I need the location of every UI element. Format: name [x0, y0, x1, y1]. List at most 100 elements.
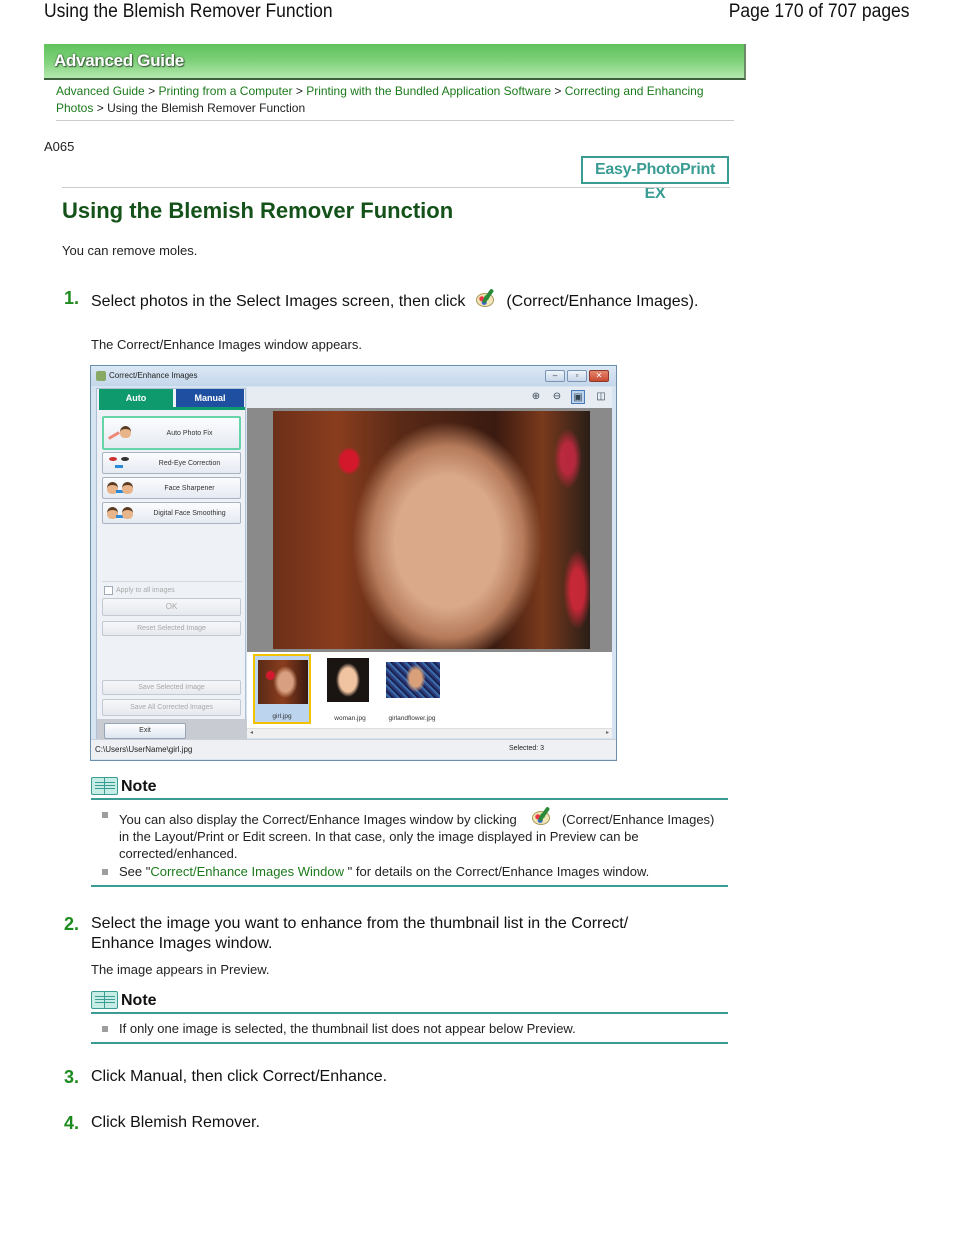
auto-photo-fix-icon	[108, 424, 138, 442]
note-book-icon	[91, 777, 118, 795]
apply-to-all-label: Apply to all images	[116, 587, 175, 594]
correct-enhance-icon	[530, 806, 554, 828]
apply-to-all-checkbox[interactable]	[104, 586, 113, 595]
window-title: Correct/Enhance Images	[109, 371, 198, 380]
minimize-button[interactable]: –	[545, 370, 565, 382]
note-text: See "	[119, 864, 151, 879]
note-box: Note You can also display the Correct/En…	[91, 776, 728, 887]
page-number: Page 170 of 707 pages	[729, 1, 910, 22]
thumbnail-caption: girl.jpg	[272, 713, 292, 720]
note-item: You can also display the Correct/Enhance…	[91, 806, 728, 862]
tab-indicator	[99, 407, 245, 410]
button-label: Digital Face Smoothing	[153, 510, 226, 517]
intro-text: You can remove moles.	[62, 243, 198, 258]
step-text: Select photos in the Select Images scree…	[91, 293, 466, 310]
tab-manual[interactable]: Manual	[176, 389, 244, 407]
save-all-corrected-images-button[interactable]: Save All Corrected Images	[102, 699, 241, 716]
note-item: If only one image is selected, the thumb…	[91, 1020, 728, 1037]
breadcrumb-advanced-guide[interactable]: Advanced Guide	[56, 84, 145, 98]
note-item: See "Correct/Enhance Images Window " for…	[91, 863, 728, 880]
scroll-right-icon[interactable]: ▸	[606, 729, 609, 736]
thumbnail-scrollbar[interactable]: ◂ ▸	[247, 728, 612, 738]
save-selected-image-button[interactable]: Save Selected Image	[102, 680, 241, 695]
status-bar: C:\Users\UserName\girl.jpg Selected: 3	[91, 739, 616, 759]
step-3: 3. Click Manual, then click Correct/Enha…	[64, 1067, 704, 1087]
thumbnail-item[interactable]: woman.jpg	[321, 654, 379, 724]
thumbnail-caption: girlandflower.jpg	[388, 715, 436, 722]
product-badge: Easy-PhotoPrint EX	[581, 156, 729, 202]
face-sharpener-icon	[107, 480, 137, 498]
ok-button[interactable]: OK	[102, 598, 241, 616]
digital-face-smoothing-button[interactable]: Digital Face Smoothing	[102, 502, 241, 524]
preview-area	[247, 408, 612, 652]
step-text: Click Manual, then click Correct/Enhance…	[91, 1068, 388, 1085]
note-box: Note If only one image is selected, the …	[91, 990, 728, 1044]
breadcrumb-printing-from-computer[interactable]: Printing from a Computer	[158, 84, 292, 98]
status-selected-count: Selected: 3	[509, 745, 545, 752]
face-smoothing-icon	[107, 505, 137, 523]
note-label: Note	[121, 778, 157, 795]
thumbnail-image	[258, 660, 308, 704]
maximize-button[interactable]: ▫	[567, 370, 587, 382]
red-eye-icon	[107, 455, 137, 473]
app-icon	[96, 371, 106, 381]
bullet-icon	[102, 812, 108, 818]
correct-enhance-icon	[474, 288, 498, 310]
whole-image-icon[interactable]: ▣	[571, 390, 585, 404]
note-header: Note	[91, 990, 728, 1014]
note-label: Note	[121, 992, 157, 1009]
breadcrumb-separator: >	[96, 101, 104, 115]
step-number: 1.	[64, 288, 80, 308]
step-1: 1. Select photos in the Select Images sc…	[64, 288, 704, 312]
breadcrumb: Advanced Guide > Printing from a Compute…	[56, 83, 736, 117]
window-titlebar: Correct/Enhance Images – ▫ ✕	[91, 366, 616, 386]
bullet-icon	[102, 1026, 108, 1032]
preview-photo	[273, 411, 590, 649]
advanced-guide-banner: Advanced Guide	[44, 44, 746, 80]
zoom-out-icon[interactable]: ⊖	[550, 390, 564, 404]
breadcrumb-separator: >	[295, 84, 303, 98]
preview-toolbar: ⊕ ⊖ ▣ ◫	[247, 387, 612, 408]
face-sharpener-button[interactable]: Face Sharpener	[102, 477, 241, 499]
status-file-path: C:\Users\UserName\girl.jpg	[95, 745, 193, 754]
exit-button[interactable]: Exit	[104, 723, 186, 739]
step-number: 4.	[64, 1113, 80, 1133]
divider	[56, 120, 734, 121]
thumbnail-list: girl.jpg woman.jpg girlandflower.jpg	[247, 652, 612, 728]
auto-photo-fix-button[interactable]: Auto Photo Fix	[102, 416, 241, 450]
step-2: 2. Select the image you want to enhance …	[64, 914, 704, 954]
thumbnail-caption: woman.jpg	[334, 715, 366, 722]
note-header: Note	[91, 776, 728, 800]
breadcrumb-bundled-software[interactable]: Printing with the Bundled Application So…	[306, 84, 551, 98]
thumbnail-image	[386, 662, 440, 698]
divider	[62, 187, 730, 188]
zoom-in-icon[interactable]: ⊕	[529, 390, 543, 404]
step-4: 4. Click Blemish Remover.	[64, 1113, 704, 1133]
left-panel: Auto Manual Auto Photo Fix Red-Eye Corre…	[96, 388, 247, 745]
document-id: A065	[44, 139, 75, 154]
note-book-icon	[91, 991, 118, 1009]
breadcrumb-separator: >	[554, 84, 562, 98]
reset-selected-image-button[interactable]: Reset Selected Image	[102, 621, 241, 636]
note-text: You can also display the Correct/Enhance…	[119, 812, 517, 827]
page-title: Using the Blemish Remover Function	[62, 198, 454, 223]
breadcrumb-current: Using the Blemish Remover Function	[107, 101, 306, 115]
note-text: " for details on the Correct/Enhance Ima…	[344, 864, 650, 879]
step-1-result: The Correct/Enhance Images window appear…	[91, 337, 362, 352]
close-button[interactable]: ✕	[589, 370, 609, 382]
correct-enhance-window-link[interactable]: Correct/Enhance Images Window	[150, 864, 344, 879]
compare-view-icon[interactable]: ◫	[594, 390, 608, 404]
tab-auto[interactable]: Auto	[99, 389, 173, 407]
panel-divider	[102, 581, 242, 582]
step-text: Select the image you want to enhance fro…	[91, 915, 629, 952]
thumbnail-item[interactable]: girl.jpg	[253, 654, 311, 724]
scroll-left-icon[interactable]: ◂	[250, 729, 253, 736]
button-label: Face Sharpener	[164, 485, 215, 492]
step-2-result: The image appears in Preview.	[91, 962, 270, 977]
bullet-icon	[102, 869, 108, 875]
page-header-title: Using the Blemish Remover Function	[44, 1, 333, 22]
button-label: Red-Eye Correction	[158, 460, 221, 467]
red-eye-correction-button[interactable]: Red-Eye Correction	[102, 452, 241, 474]
thumbnail-image	[327, 658, 369, 702]
thumbnail-item[interactable]: girlandflower.jpg	[383, 654, 441, 724]
